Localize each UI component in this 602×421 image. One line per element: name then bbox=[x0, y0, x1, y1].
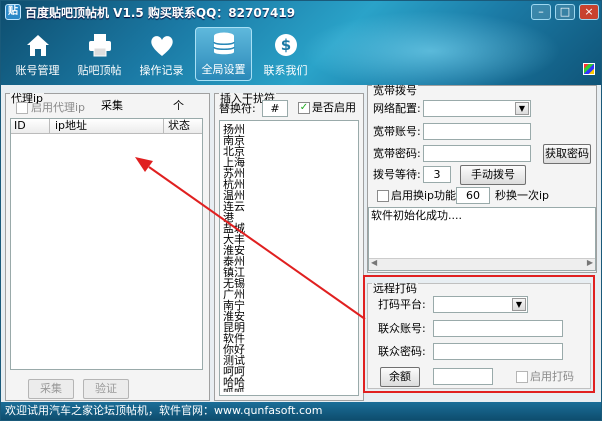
annotation-arrow bbox=[135, 157, 366, 320]
status-bar: 欢迎试用汽车之家论坛顶帖机，软件官网：www.qunfasoft.com bbox=[1, 402, 601, 420]
app-window: 贴 百度贴吧顶帖机 V1.5 购买联系QQ：82707419 – □ × 账号管… bbox=[0, 0, 602, 421]
arrow-line bbox=[148, 166, 366, 320]
arrow-head bbox=[135, 157, 153, 172]
